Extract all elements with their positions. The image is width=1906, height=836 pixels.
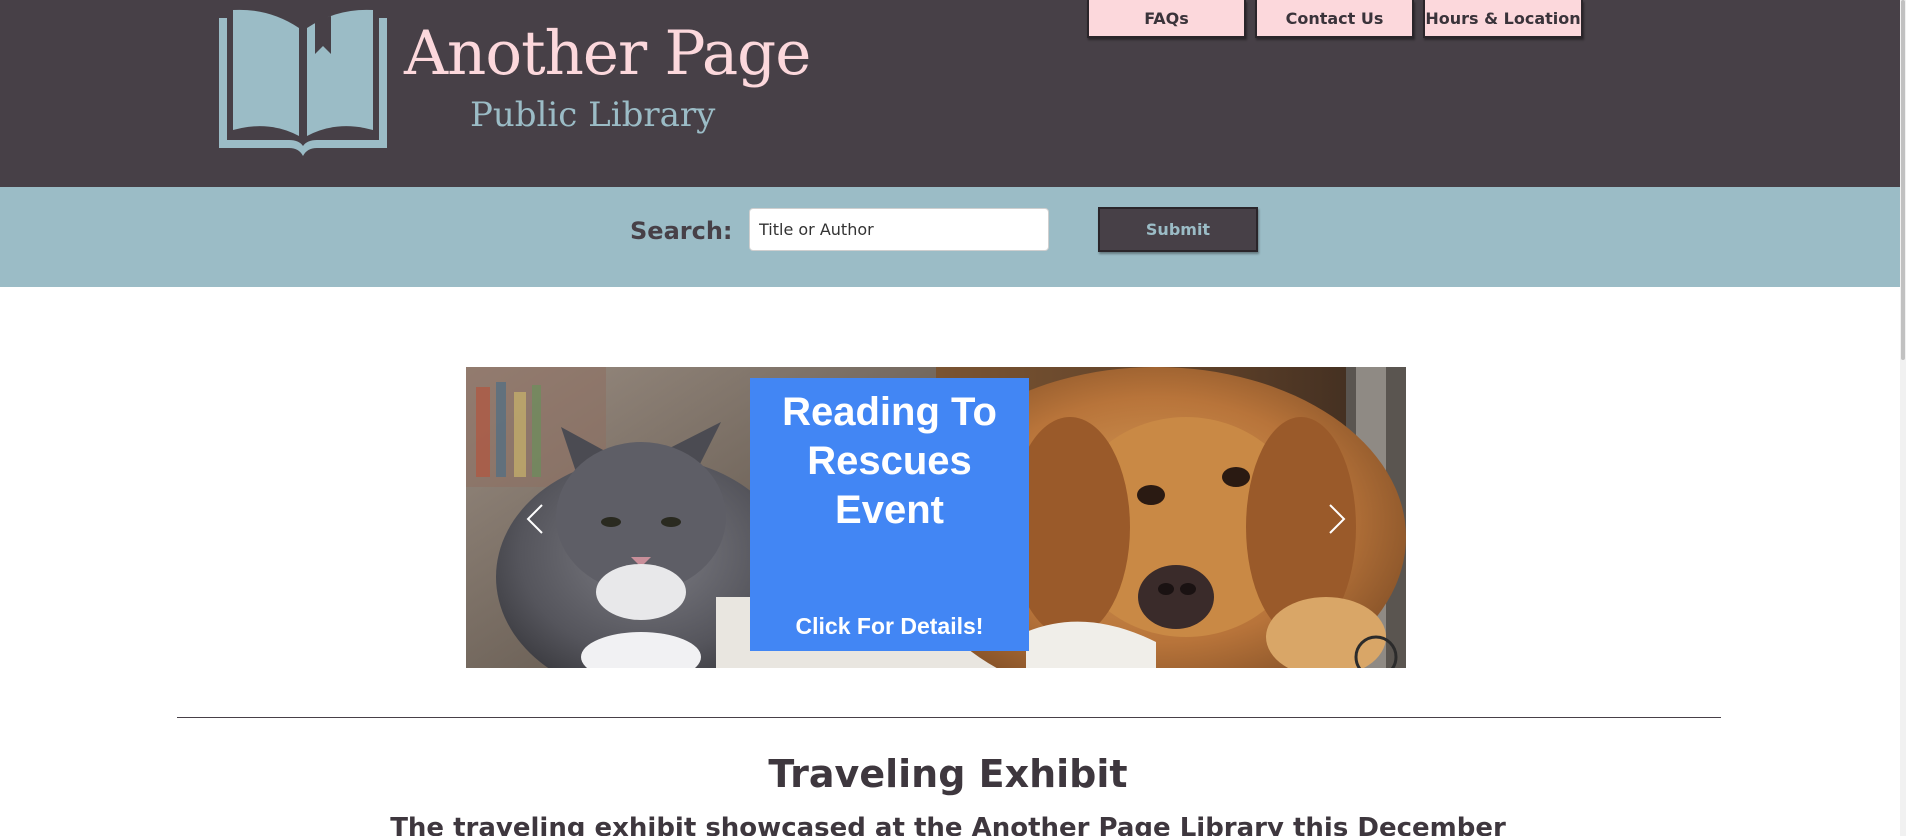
nav-faqs-button[interactable]: FAQs [1087,0,1246,38]
search-label: Search: [630,217,733,245]
scrollbar[interactable] [1900,0,1906,836]
chevron-left-icon[interactable] [516,499,556,539]
site-header: Another Page Public Library FAQs Contact… [0,0,1900,187]
carousel: Reading To Rescues Event Click For Detai… [466,367,1406,668]
nav-hours-location-button[interactable]: Hours & Location [1423,0,1583,38]
nav-contact-button[interactable]: Contact Us [1255,0,1414,38]
section-text: The traveling exhibit showcased at the A… [390,813,1506,836]
open-book-icon[interactable] [219,8,387,156]
promo-title: Reading To Rescues Event [782,390,997,532]
nav-hours-location-label: Hours & Location [1425,8,1581,28]
brand-title[interactable]: Another Page [404,14,811,94]
chevron-right-icon[interactable] [1316,499,1356,539]
page: Another Page Public Library FAQs Contact… [0,0,1906,836]
promo-details-link[interactable]: Click For Details! [750,611,1029,641]
section-divider [177,717,1721,718]
section-title: Traveling Exhibit [768,752,1128,796]
search-bar: Search: Submit [0,187,1900,287]
search-input[interactable] [749,208,1049,251]
brand-subtitle: Public Library [470,95,716,135]
scrollbar-thumb[interactable] [1901,0,1905,360]
submit-button[interactable]: Submit [1098,207,1258,252]
nav-contact-label: Contact Us [1285,8,1384,28]
promo-card[interactable]: Reading To Rescues Event Click For Detai… [750,378,1029,651]
nav-faqs-label: FAQs [1144,8,1189,28]
